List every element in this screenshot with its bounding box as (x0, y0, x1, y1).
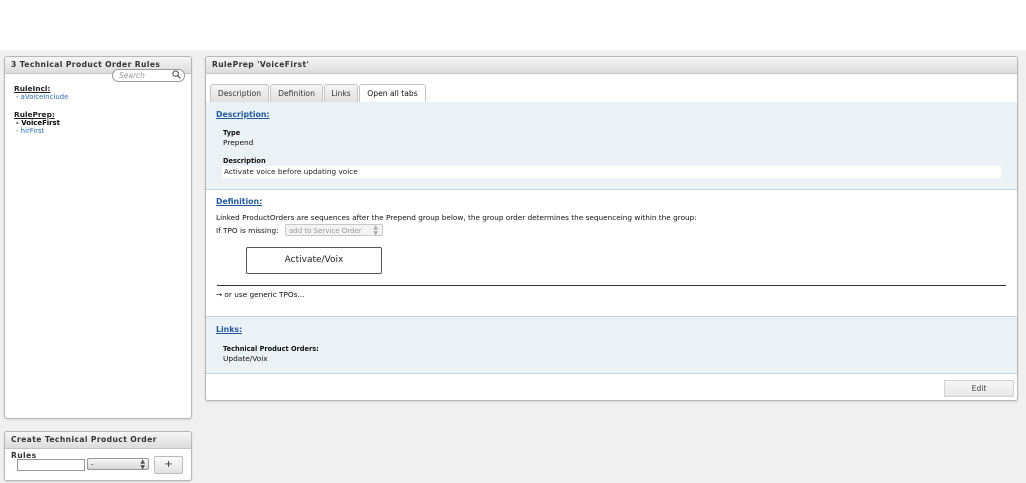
definition-section: Definition: Linked ProductOrders are seq… (206, 190, 1017, 316)
tpo-missing-select[interactable]: add to Service Order ▲ ▼ (285, 224, 383, 237)
tpo-value: Update/Voix (223, 354, 268, 363)
description-section: Description: Type Prepend Description Ac… (206, 102, 1017, 189)
search-icon[interactable] (172, 70, 181, 79)
definition-text: Linked ProductOrders are sequences after… (216, 213, 697, 222)
tab-open-all[interactable]: Open all tabs (359, 84, 426, 103)
rule-detail-header: RulePrep 'VoiceFirst' (206, 57, 1017, 74)
rule-item-voicefirst[interactable]: - VoiceFirst (16, 119, 182, 128)
tpo-missing-label: If TPO is missing: (216, 226, 279, 235)
group-title-ruleincl: RuleIncl: (14, 84, 51, 93)
tab-description[interactable]: Description (210, 84, 269, 102)
type-label: Type (223, 129, 241, 137)
group-title-ruleprep: RulePrep: (14, 109, 55, 119)
rule-type-value: - (91, 461, 94, 469)
description-value: Activate voice before updating voice (222, 166, 1001, 178)
rule-detail-panel: RulePrep 'VoiceFirst' Description Defini… (205, 56, 1018, 401)
section-divider (206, 373, 1017, 374)
rule-type-select[interactable]: - ▲ ▼ (87, 458, 149, 471)
description-label: Description (223, 157, 266, 165)
rules-list-panel: 3 Technical Product Order Rules Search R… (4, 56, 192, 419)
tpo-label: Technical Product Orders: (223, 345, 319, 353)
links-section: Links: Technical Product Orders: Update/… (206, 317, 1017, 373)
type-value: Prepend (223, 138, 254, 147)
definition-heading[interactable]: Definition: (216, 197, 262, 206)
rule-item-avoiceinclude[interactable]: - aVoiceInclude (16, 93, 182, 102)
generic-tpos-link[interactable]: → or use generic TPOs... (216, 290, 304, 299)
description-heading[interactable]: Description: (216, 110, 270, 119)
create-rule-panel: Create Technical Product Order Rules - ▲… (4, 431, 192, 481)
tab-links[interactable]: Links (324, 84, 358, 102)
add-rule-button[interactable]: + (154, 456, 183, 474)
rule-name-input[interactable] (17, 459, 85, 471)
top-band (0, 0, 1026, 50)
product-order-item[interactable]: Activate/Voix (246, 247, 382, 274)
rules-list-title: 3 Technical Product Order Rules (11, 60, 161, 69)
tpo-missing-value: add to Service Order (289, 227, 362, 235)
rule-detail-title: RulePrep 'VoiceFirst' (212, 60, 310, 69)
rule-item-hirfirst[interactable]: - hirFirst (16, 127, 182, 136)
tab-definition[interactable]: Definition (270, 84, 323, 102)
rules-list: RuleIncl: - aVoiceInclude RulePrep: - Vo… (5, 74, 191, 146)
links-heading[interactable]: Links: (216, 325, 242, 334)
search-input[interactable]: Search (112, 69, 185, 82)
tab-bar: Description Definition Links Open all ta… (206, 74, 1017, 103)
select-arrows-icon: ▲ ▼ (140, 458, 145, 471)
create-rule-header: Create Technical Product Order Rules (5, 432, 191, 460)
create-rule-title: Create Technical Product Order Rules (11, 435, 157, 460)
search-placeholder: Search (119, 71, 145, 80)
select-arrows-icon: ▲ ▼ (373, 224, 378, 237)
edit-button[interactable]: Edit (944, 380, 1014, 397)
group-divider (217, 285, 1006, 286)
